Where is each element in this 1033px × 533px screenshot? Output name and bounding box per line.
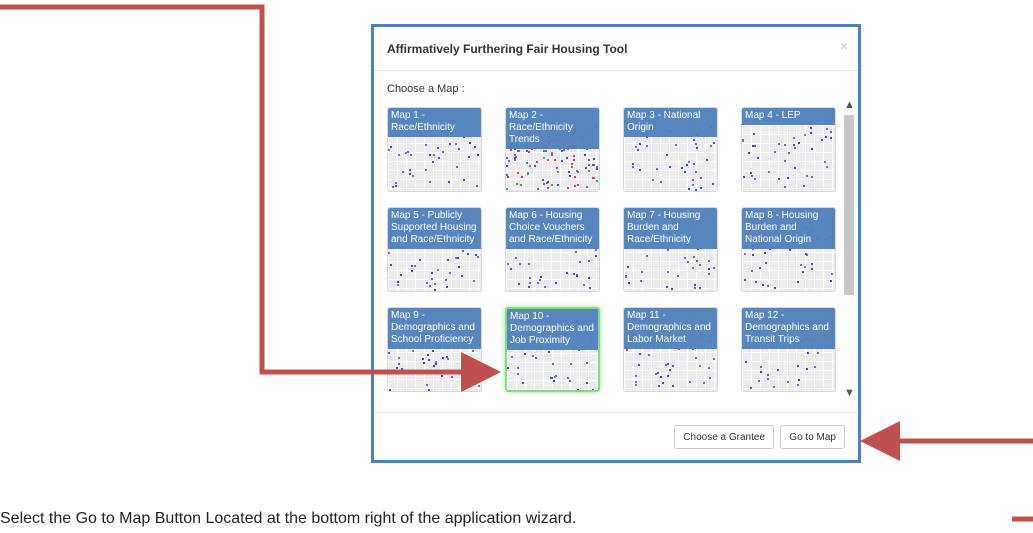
arrow-to-map-10 (0, 4, 501, 392)
annotation-arrows (0, 4, 1033, 522)
instruction-caption: Select the Go to Map Button Located at t… (0, 510, 577, 527)
